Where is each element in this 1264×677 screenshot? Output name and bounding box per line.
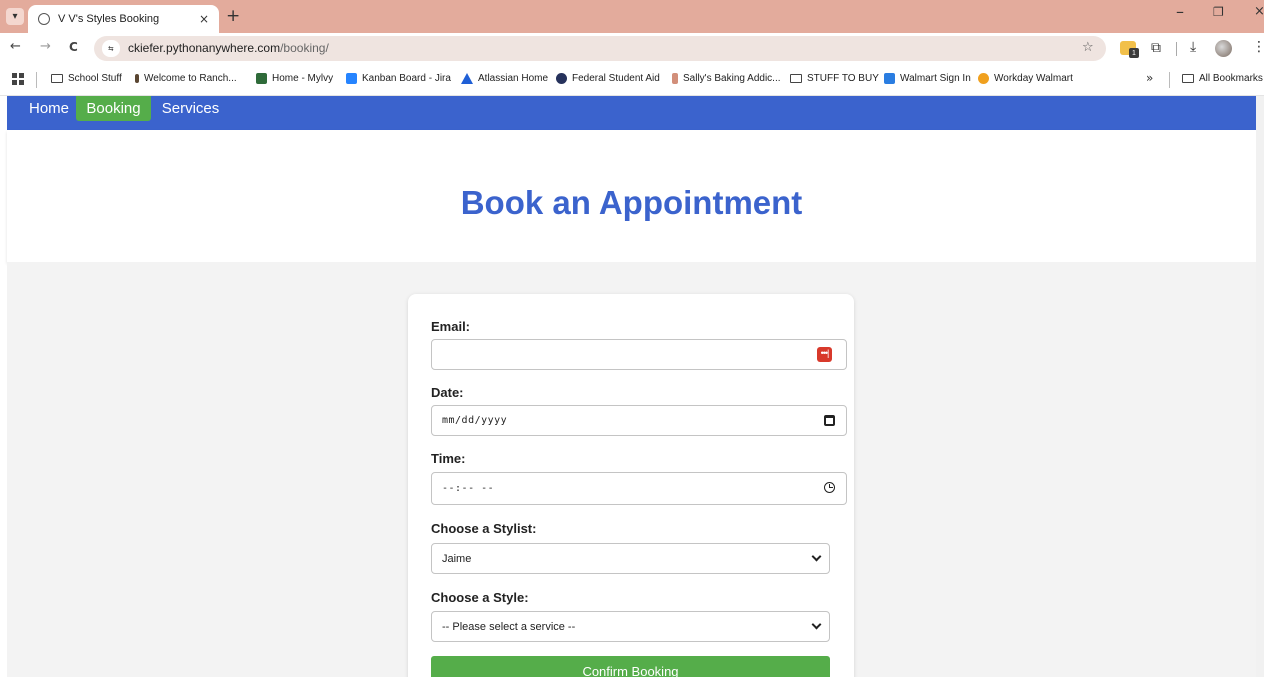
all-bookmarks-button[interactable]: All Bookmarks bbox=[1182, 73, 1263, 84]
url-text: ckiefer.pythonanywhere.com/booking/ bbox=[128, 41, 329, 55]
site-info-icon[interactable]: ⇆ bbox=[102, 40, 120, 57]
bookmark-label: School Stuff bbox=[68, 73, 122, 84]
profile-avatar[interactable] bbox=[1215, 40, 1232, 57]
browser-tabstrip: ▾ V V's Styles Booking × + – ❐ × bbox=[0, 0, 1264, 33]
tab-close-icon[interactable]: × bbox=[199, 12, 209, 26]
bookmark-label: Atlassian Home bbox=[478, 73, 549, 84]
globe-icon bbox=[38, 13, 50, 25]
browser-tab-active[interactable]: V V's Styles Booking × bbox=[28, 5, 219, 33]
bookmark-kanban-board-jira[interactable]: Kanban Board - Jira bbox=[346, 73, 451, 84]
forward-button[interactable]: → bbox=[40, 39, 51, 54]
date-input[interactable]: mm/dd/yyyy bbox=[431, 405, 847, 436]
stylist-label: Choose a Stylist: bbox=[431, 521, 537, 536]
extension-badge: 1 bbox=[1129, 48, 1139, 58]
tab-search-chevron-icon[interactable]: ▾ bbox=[6, 8, 24, 25]
bookmark-star-icon[interactable]: ☆ bbox=[1082, 40, 1094, 55]
style-label: Choose a Style: bbox=[431, 590, 529, 605]
email-input[interactable]: •••| bbox=[431, 339, 847, 370]
sallys-favicon bbox=[672, 73, 678, 84]
new-tab-button[interactable]: + bbox=[226, 6, 240, 26]
bookmark-stuff-to-buy[interactable]: STUFF TO BUY bbox=[790, 73, 879, 84]
back-button[interactable]: ← bbox=[10, 39, 21, 54]
style-select[interactable]: -- Please select a service -- bbox=[431, 611, 830, 642]
bookmark-sallys-baking[interactable]: Sally's Baking Addic... bbox=[672, 73, 781, 84]
time-placeholder: --:-- -- bbox=[442, 483, 495, 494]
calendar-icon[interactable] bbox=[824, 415, 835, 426]
bookmark-label: Walmart Sign In bbox=[900, 73, 971, 84]
jira-favicon bbox=[346, 73, 357, 84]
date-label: Date: bbox=[431, 385, 464, 400]
time-label: Time: bbox=[431, 451, 466, 466]
bookmark-label: Federal Student Aid bbox=[572, 73, 660, 84]
page-title: Book an Appointment bbox=[460, 184, 803, 221]
bookmark-label: Sally's Baking Addic... bbox=[683, 73, 781, 84]
window-minimize-button[interactable]: – bbox=[1176, 2, 1184, 21]
browser-toolbar: ← → C ⇆ ckiefer.pythonanywhere.com/booki… bbox=[0, 33, 1264, 64]
ranch-favicon bbox=[135, 74, 139, 83]
nav-home-link[interactable]: Home bbox=[23, 96, 75, 121]
bookmarks-divider bbox=[1169, 72, 1170, 88]
folder-icon bbox=[1182, 74, 1194, 83]
more-bookmarks-icon[interactable]: » bbox=[1146, 71, 1153, 85]
bookmark-school-stuff[interactable]: School Stuff bbox=[51, 73, 122, 84]
window-restore-button[interactable]: ❐ bbox=[1213, 5, 1224, 19]
download-icon[interactable]: ⤓ bbox=[1190, 39, 1196, 55]
password-manager-icon[interactable]: •••| bbox=[817, 347, 832, 362]
apps-grid-icon[interactable] bbox=[12, 73, 24, 85]
walmart-favicon bbox=[884, 73, 895, 84]
atlassian-favicon bbox=[461, 73, 473, 84]
bookmark-label: Kanban Board - Jira bbox=[362, 73, 451, 84]
page-viewport: Home Booking Services Book an Appointmen… bbox=[0, 96, 1256, 677]
fsa-favicon bbox=[556, 73, 567, 84]
bookmark-atlassian-home[interactable]: Atlassian Home bbox=[461, 73, 548, 84]
bookmark-label: All Bookmarks bbox=[1199, 73, 1263, 84]
bookmark-federal-student-aid[interactable]: Federal Student Aid bbox=[556, 73, 660, 84]
reload-button[interactable]: C bbox=[69, 40, 78, 54]
bookmarks-bar: School Stuff Welcome to Ranch... Home - … bbox=[0, 64, 1264, 96]
time-input[interactable]: --:-- -- bbox=[431, 472, 847, 505]
chevron-down-icon bbox=[811, 619, 822, 630]
bookmark-label: Workday Walmart bbox=[994, 73, 1073, 84]
nav-services-link[interactable]: Services bbox=[157, 96, 224, 121]
url-host: ckiefer.pythonanywhere.com bbox=[128, 41, 281, 55]
date-placeholder: mm/dd/yyyy bbox=[442, 415, 508, 426]
mylvy-favicon bbox=[256, 73, 267, 84]
stylist-select[interactable]: Jaime bbox=[431, 543, 830, 574]
clock-icon[interactable] bbox=[824, 482, 835, 493]
bookmark-workday-walmart[interactable]: Workday Walmart bbox=[978, 73, 1073, 84]
chevron-down-icon bbox=[811, 551, 822, 562]
extensions-puzzle-icon[interactable]: ⧉ bbox=[1151, 40, 1161, 56]
stylist-selected: Jaime bbox=[442, 552, 472, 565]
tab-title: V V's Styles Booking bbox=[58, 13, 160, 25]
window-close-button[interactable]: × bbox=[1254, 4, 1264, 19]
style-selected: -- Please select a service -- bbox=[442, 620, 576, 633]
bookmark-label: Welcome to Ranch... bbox=[144, 73, 237, 84]
bookmark-walmart-sign-in[interactable]: Walmart Sign In bbox=[884, 73, 971, 84]
address-bar[interactable]: ⇆ ckiefer.pythonanywhere.com/booking/ bbox=[94, 36, 1106, 61]
booking-form: Email: •••| Date: mm/dd/yyyy Time: --:--… bbox=[408, 294, 854, 677]
page-scrollbar[interactable] bbox=[1256, 96, 1264, 677]
page-header: Book an Appointment bbox=[7, 130, 1256, 262]
folder-icon bbox=[51, 74, 63, 83]
bookmark-label: Home - Mylvy bbox=[272, 73, 334, 84]
toolbar-divider bbox=[1176, 42, 1177, 56]
bookmark-welcome-to-ranch[interactable]: Welcome to Ranch... bbox=[135, 73, 237, 84]
folder-icon bbox=[790, 74, 802, 83]
bookmark-label: STUFF TO BUY bbox=[807, 73, 879, 84]
email-label: Email: bbox=[431, 319, 471, 334]
bookmark-home-mylvy[interactable]: Home - Mylvy bbox=[256, 73, 333, 84]
workday-favicon bbox=[978, 73, 989, 84]
site-navbar: Home Booking Services bbox=[7, 96, 1256, 130]
confirm-booking-button[interactable]: Confirm Booking bbox=[431, 656, 830, 677]
nav-booking-link[interactable]: Booking bbox=[76, 96, 151, 121]
extension-icon[interactable]: 1 bbox=[1120, 41, 1139, 58]
url-path: /booking/ bbox=[280, 41, 329, 55]
kebab-menu-icon[interactable]: ⋮ bbox=[1252, 39, 1264, 55]
bookmarks-divider bbox=[36, 72, 37, 88]
